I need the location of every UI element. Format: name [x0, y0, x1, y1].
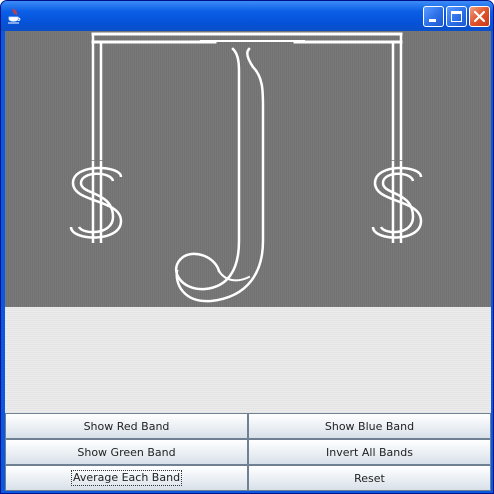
java-app-icon[interactable] — [7, 8, 21, 24]
show-green-band-button[interactable]: Show Green Band — [5, 439, 248, 465]
show-green-band-label: Show Green Band — [77, 445, 176, 459]
app-window: Show Red Band Show Blue Band Show Green … — [0, 0, 494, 494]
close-icon — [473, 10, 486, 23]
minimize-button[interactable] — [423, 6, 444, 27]
image-canvas — [5, 31, 491, 307]
average-each-band-label: Average Each Band — [70, 470, 183, 486]
reset-label: Reset — [354, 471, 385, 485]
maximize-icon — [451, 11, 462, 22]
show-red-band-label: Show Red Band — [83, 419, 170, 433]
left-dollar-sign — [69, 161, 123, 243]
show-blue-band-button[interactable]: Show Blue Band — [248, 413, 491, 439]
title-bar[interactable] — [1, 1, 493, 31]
invert-all-bands-button[interactable]: Invert All Bands — [248, 439, 491, 465]
right-dollar-sign — [371, 161, 423, 243]
show-blue-band-label: Show Blue Band — [324, 419, 415, 433]
show-red-band-button[interactable]: Show Red Band — [5, 413, 248, 439]
average-each-band-button[interactable]: Average Each Band — [5, 465, 248, 491]
dollar-j-drawing — [69, 32, 423, 303]
button-panel: Show Red Band Show Blue Band Show Green … — [5, 413, 491, 491]
invert-all-bands-label: Invert All Bands — [326, 445, 413, 459]
reset-button[interactable]: Reset — [248, 465, 491, 491]
close-button[interactable] — [469, 6, 490, 27]
minimize-icon — [429, 19, 436, 22]
client-area: Show Red Band Show Blue Band Show Green … — [5, 31, 491, 491]
maximize-button[interactable] — [446, 6, 467, 27]
